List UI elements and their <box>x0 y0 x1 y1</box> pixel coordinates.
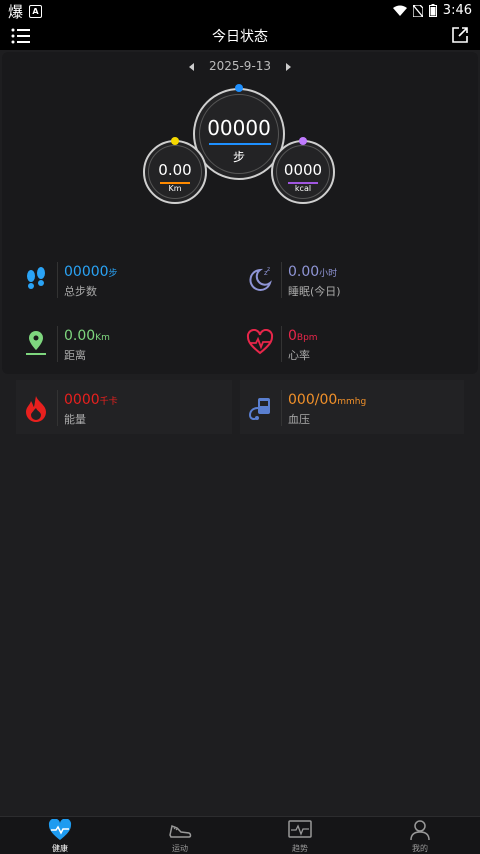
blood-pressure-label: 血压 <box>288 413 310 426</box>
steps-ring-underline <box>209 143 271 145</box>
calories-ring[interactable]: 0000 kcal <box>271 140 335 204</box>
distance-label: 距离 <box>64 349 86 362</box>
distance-unit: Km <box>95 333 110 343</box>
status-time: 3:46 <box>442 3 472 18</box>
nav-mine-label: 我的 <box>412 844 428 853</box>
blood-pressure-icon <box>248 398 270 420</box>
status-bar-left: 爆 A <box>8 1 43 22</box>
blood-pressure-unit: mmhg <box>337 397 367 407</box>
share-icon[interactable] <box>450 25 470 45</box>
steps-ring-dot <box>235 84 243 92</box>
distance-value: 0.00 <box>64 328 96 344</box>
steps-label: 总步数 <box>64 285 97 298</box>
next-date-icon[interactable] <box>286 63 291 71</box>
flame-icon <box>26 396 46 422</box>
battery-icon <box>428 4 437 17</box>
steps-ring-value: 00000 <box>207 116 271 140</box>
distance-ring[interactable]: 0.00 Km <box>143 140 207 204</box>
sleep-label: 睡眠(今日) <box>288 285 341 298</box>
person-icon <box>410 820 430 841</box>
wifi-icon <box>392 5 407 16</box>
steps-value: 00000 <box>64 264 109 280</box>
energy-label: 能量 <box>64 413 86 426</box>
steps-unit: 步 <box>108 269 118 279</box>
notification-char: 爆 <box>8 3 24 21</box>
blood-pressure-value: 000/00 <box>288 392 338 408</box>
heart-rate-label: 心率 <box>288 349 310 362</box>
nav-sport-label: 运动 <box>172 844 188 853</box>
nav-trend[interactable]: 趋势 <box>270 819 330 854</box>
nav-sport[interactable]: 运动 <box>150 819 210 854</box>
nav-mine[interactable]: 我的 <box>390 819 450 854</box>
distance-ring-dot <box>171 137 179 145</box>
nav-health[interactable]: 健康 <box>30 819 90 854</box>
energy-value: 0000 <box>64 392 100 408</box>
sleep-value: 0.00 <box>288 264 320 280</box>
calories-ring-value: 0000 <box>283 161 323 179</box>
status-bar-right: 3:46 <box>392 3 472 18</box>
heart-rate-value: 0 <box>288 328 297 344</box>
no-sim-icon <box>412 4 423 17</box>
footprints-icon <box>27 267 45 289</box>
moon-sleep-icon: z z <box>249 266 272 291</box>
status-bar: 爆 A 3:46 <box>0 0 480 22</box>
shoe-icon <box>169 824 192 838</box>
steps-ring-unit: 步 <box>232 150 245 164</box>
svg-text:z: z <box>267 266 270 273</box>
distance-ring-unit: Km <box>168 184 182 193</box>
date-label: 2025-9-13 <box>208 59 272 73</box>
health-heart-icon <box>48 819 72 840</box>
notification-badge-icon: A <box>29 5 43 18</box>
bottom-navigation: 健康 运动 趋势 我的 <box>0 816 480 854</box>
app-header: 今日状态 <box>0 22 480 50</box>
calories-ring-unit: kcal <box>294 184 312 193</box>
heart-pulse-icon <box>246 329 274 355</box>
sleep-unit: 小时 <box>319 269 338 279</box>
location-pin-icon <box>26 331 46 355</box>
heart-rate-unit: Bpm <box>296 333 318 343</box>
nav-trend-label: 趋势 <box>292 844 308 853</box>
energy-unit: 千卡 <box>99 397 118 407</box>
trend-chart-icon <box>288 820 312 838</box>
nav-health-label: 健康 <box>52 844 68 853</box>
page-title: 今日状态 <box>212 29 268 45</box>
distance-ring-value: 0.00 <box>158 161 192 179</box>
calories-ring-dot <box>299 137 307 145</box>
